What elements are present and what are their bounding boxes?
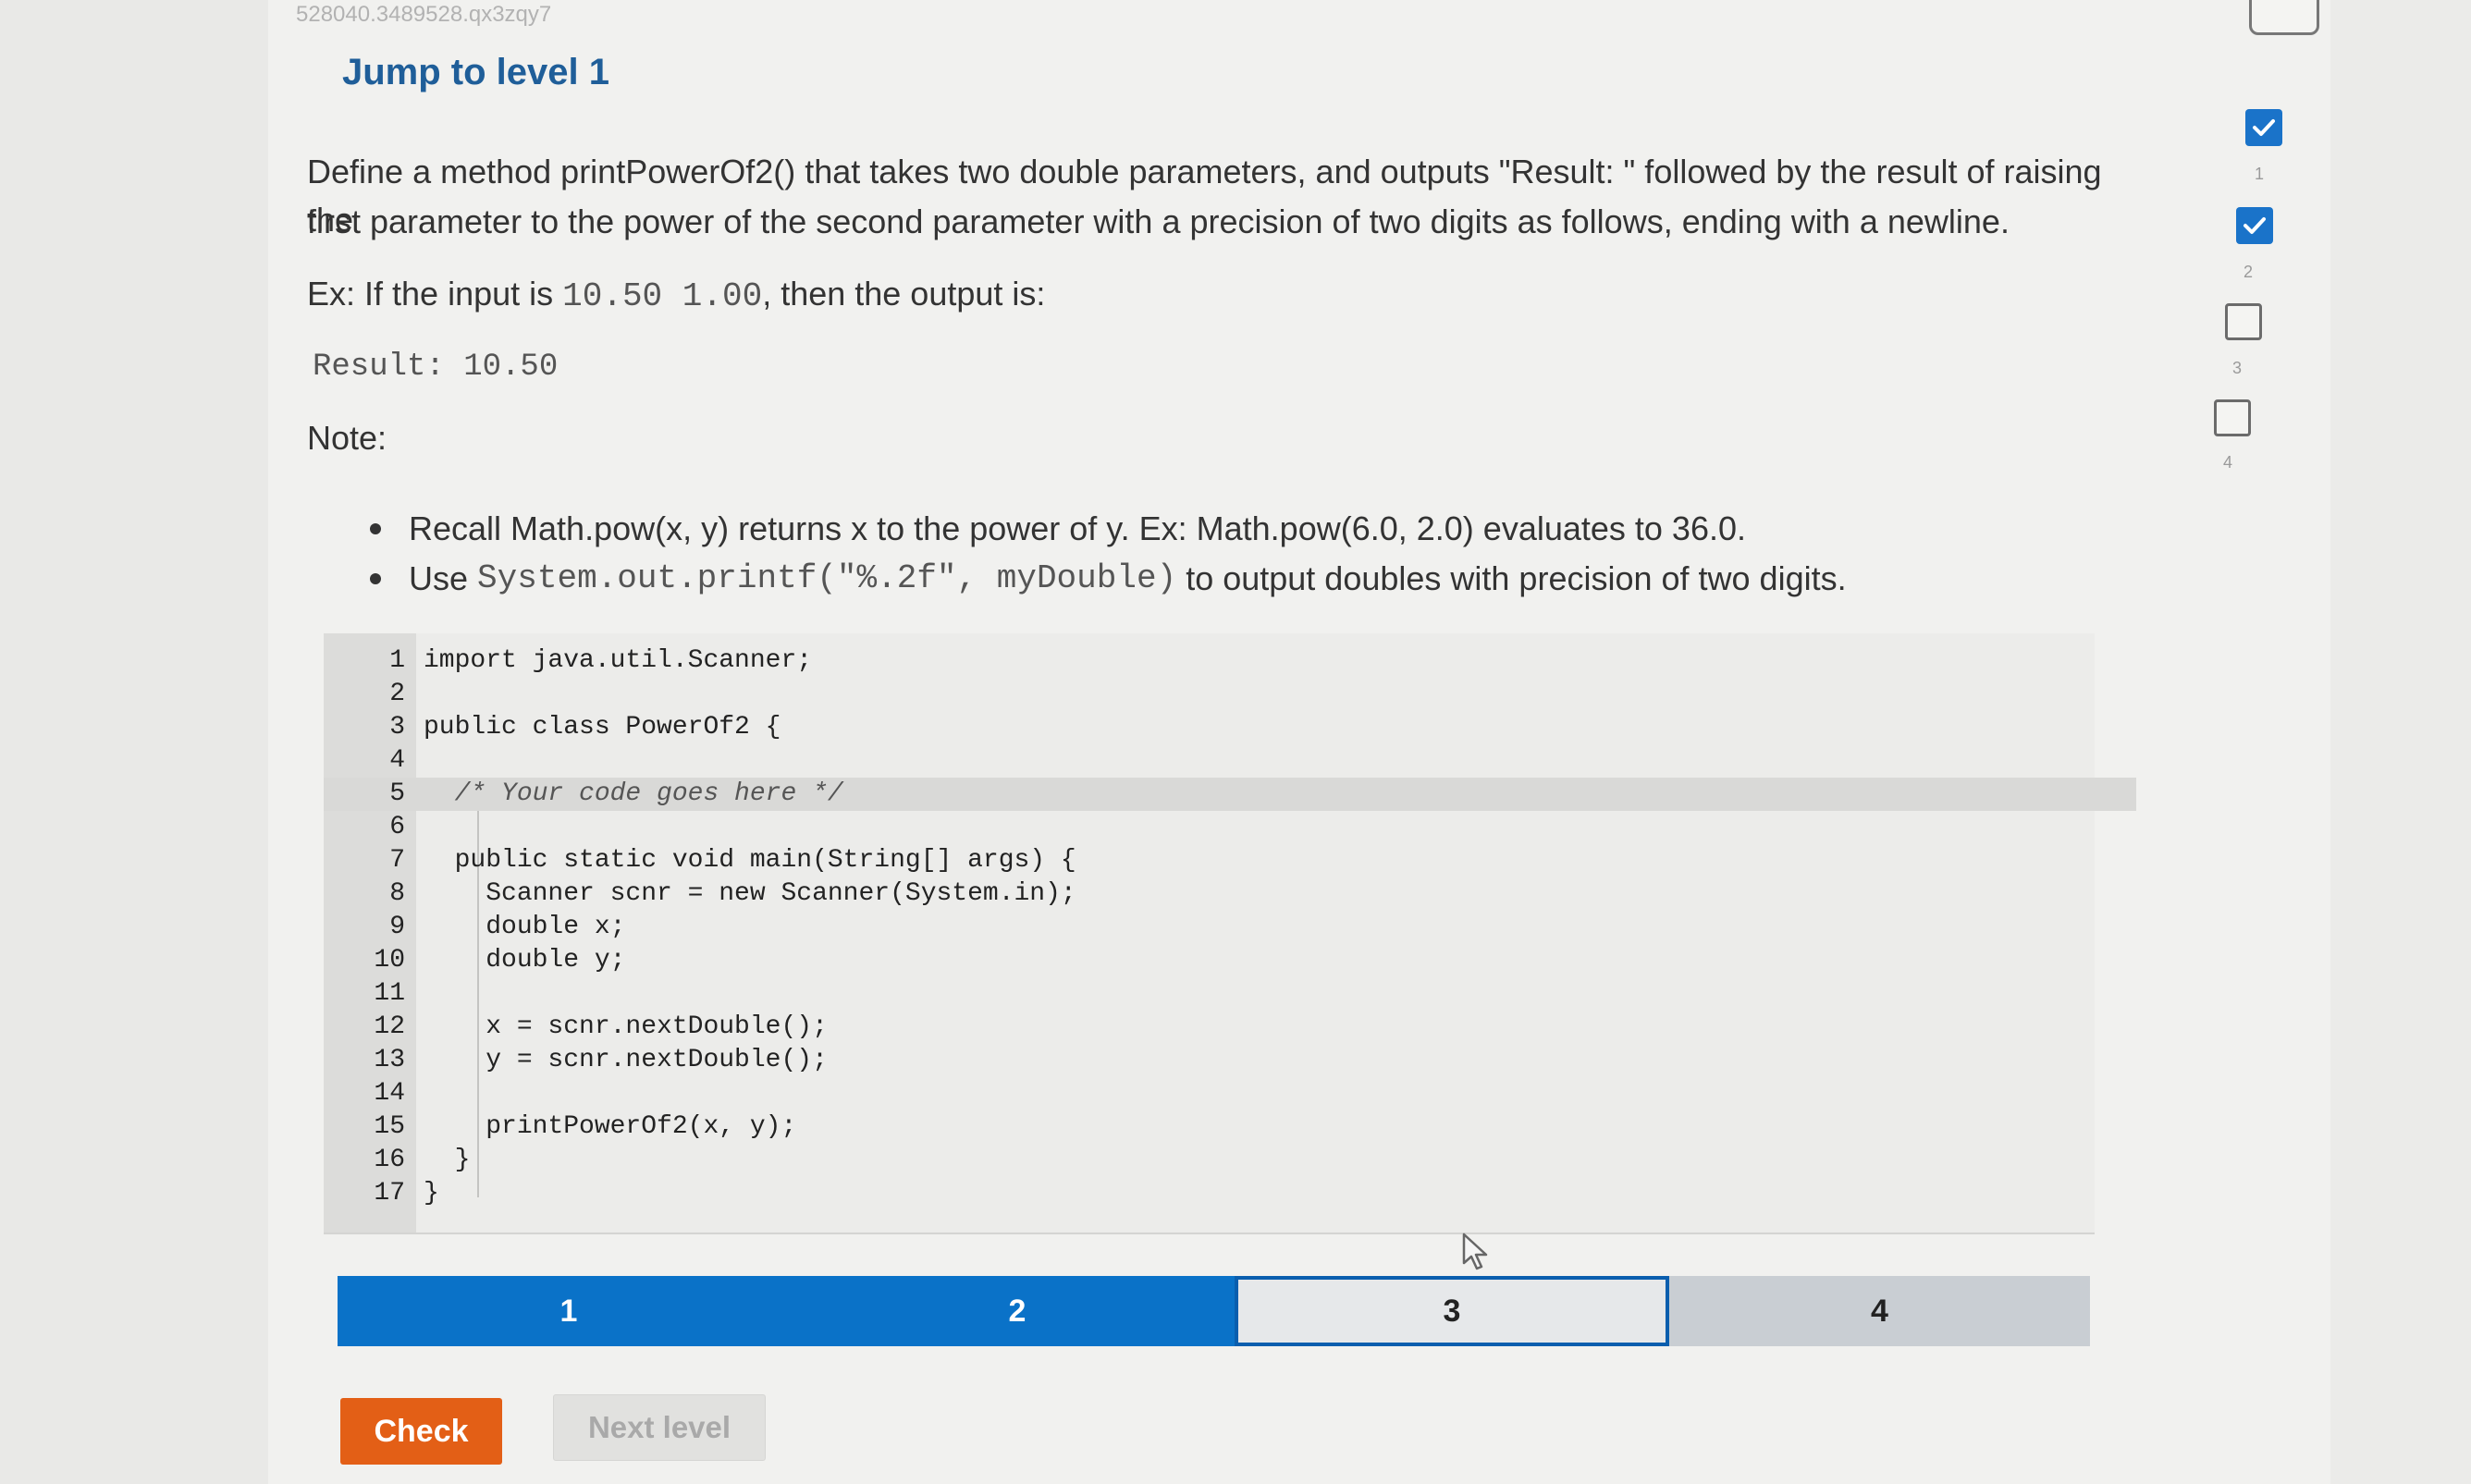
line-number: 3 xyxy=(389,713,405,742)
code-text[interactable]: x = scnr.nextDouble(); xyxy=(424,1011,828,1044)
level-segment-1[interactable]: 1 xyxy=(338,1276,800,1346)
bullet-text-prefix: Use xyxy=(409,559,469,597)
level-progress-bar: 1234 xyxy=(338,1276,2090,1346)
code-text[interactable]: y = scnr.nextDouble(); xyxy=(424,1044,828,1077)
code-text[interactable]: printPowerOf2(x, y); xyxy=(424,1110,796,1144)
top-tab[interactable] xyxy=(2249,0,2319,35)
level-checkbox-number: 3 xyxy=(2232,359,2243,377)
line-number: 9 xyxy=(389,913,405,941)
example-text: Ex: If the input is 10.50 1.00, then the… xyxy=(307,270,1045,321)
code-line[interactable]: 13 y = scnr.nextDouble(); xyxy=(324,1044,2095,1077)
note-label: Note: xyxy=(307,419,387,457)
example-input: 10.50 1.00 xyxy=(562,277,763,315)
bullet-dot-icon xyxy=(370,523,381,534)
next-level-button[interactable]: Next level xyxy=(553,1394,766,1461)
checkmark-icon xyxy=(2253,119,2275,136)
example-output: Result: 10.50 xyxy=(313,350,559,385)
line-number: 11 xyxy=(374,979,405,1008)
line-number: 16 xyxy=(374,1146,405,1174)
line-number: 7 xyxy=(389,846,405,875)
level-segment-3[interactable]: 3 xyxy=(1235,1276,1669,1346)
code-line[interactable]: 10 double y; xyxy=(324,944,2095,977)
line-number: 4 xyxy=(389,746,405,775)
line-number: 13 xyxy=(374,1046,405,1074)
bullet-item: Recall Math.pow(x, y) returns x to the p… xyxy=(370,504,1847,554)
code-line[interactable]: 9 double x; xyxy=(324,911,2095,944)
code-text[interactable]: double x; xyxy=(424,911,625,944)
bullet-code: System.out.printf("%.2f", myDouble) xyxy=(477,559,1177,597)
code-line[interactable]: 12 x = scnr.nextDouble(); xyxy=(324,1011,2095,1044)
checkmark-icon xyxy=(2244,217,2266,234)
code-text[interactable]: /* Your code goes here */ xyxy=(424,778,843,811)
line-number: 17 xyxy=(374,1179,405,1208)
jump-to-level-title[interactable]: Jump to level 1 xyxy=(342,52,609,93)
level-checkbox-4[interactable] xyxy=(2214,399,2251,436)
level-checkbox-number: 2 xyxy=(2244,263,2254,281)
left-margin xyxy=(0,0,268,1484)
check-button[interactable]: Check xyxy=(340,1398,502,1465)
code-text[interactable]: import java.util.Scanner; xyxy=(424,644,812,678)
code-text[interactable]: } xyxy=(424,1144,471,1177)
level-segment-2[interactable]: 2 xyxy=(800,1276,1235,1346)
code-line[interactable]: 11 xyxy=(324,977,2095,1011)
level-checkbox-number: 1 xyxy=(2255,165,2265,183)
right-sidebar xyxy=(2330,0,2471,1484)
code-line[interactable]: 7 public static void main(String[] args)… xyxy=(324,844,2095,877)
prompt-line-2: first parameter to the power of the seco… xyxy=(307,202,2010,240)
code-line[interactable]: 16 } xyxy=(324,1144,2095,1177)
line-number: 1 xyxy=(389,646,405,675)
code-text[interactable]: } xyxy=(424,1177,439,1210)
level-segment-4[interactable]: 4 xyxy=(1669,1276,2090,1346)
code-line[interactable]: 14 xyxy=(324,1077,2095,1110)
bullet-text: Recall Math.pow(x, y) returns x to the p… xyxy=(409,509,1746,547)
line-number: 2 xyxy=(389,680,405,708)
code-line[interactable]: 4 xyxy=(324,744,2095,778)
mouse-cursor-icon xyxy=(1462,1233,1488,1270)
bullet-dot-icon xyxy=(370,573,381,584)
code-line[interactable]: 17} xyxy=(324,1177,2095,1210)
line-number: 10 xyxy=(374,946,405,975)
line-number: 15 xyxy=(374,1112,405,1141)
code-line[interactable]: 5 /* Your code goes here */ xyxy=(324,778,2136,811)
note-bullets: Recall Math.pow(x, y) returns x to the p… xyxy=(370,504,1847,604)
line-number: 6 xyxy=(389,813,405,841)
line-number: 5 xyxy=(389,779,405,808)
code-line[interactable]: 15 printPowerOf2(x, y); xyxy=(324,1110,2095,1144)
code-editor[interactable]: 1 import java.util.Scanner; 2 3 public class… xyxy=(324,633,2136,1234)
level-checkbox-3[interactable] xyxy=(2225,303,2262,340)
code-line[interactable]: 3 public class PowerOf2 { xyxy=(324,711,2095,744)
code-text[interactable]: Scanner scnr = new Scanner(System.in); xyxy=(424,877,1076,911)
code-text[interactable]: double y; xyxy=(424,944,625,977)
level-checkbox-number: 4 xyxy=(2223,453,2233,472)
code-line[interactable]: 8 Scanner scnr = new Scanner(System.in); xyxy=(324,877,2095,911)
code-line[interactable]: 1 import java.util.Scanner; xyxy=(324,644,2095,678)
code-line[interactable]: 2 xyxy=(324,678,2095,711)
line-number: 14 xyxy=(374,1079,405,1108)
code-line[interactable]: 6 xyxy=(324,811,2095,844)
bullet-text-suffix: to output doubles with precision of two … xyxy=(1186,559,1847,597)
activity-id: 528040.3489528.qx3zqy7 xyxy=(296,2,552,27)
example-suffix: , then the output is: xyxy=(762,275,1046,313)
line-number: 8 xyxy=(389,879,405,908)
bullet-item: Use System.out.printf("%.2f", myDouble) … xyxy=(370,554,1847,604)
code-text[interactable]: public static void main(String[] args) { xyxy=(424,844,1076,877)
example-prefix: Ex: If the input is xyxy=(307,275,563,313)
level-checkbox-1[interactable] xyxy=(2245,109,2282,146)
line-number: 12 xyxy=(374,1012,405,1041)
code-text[interactable]: public class PowerOf2 { xyxy=(424,711,781,744)
level-checkbox-2[interactable] xyxy=(2236,207,2273,244)
